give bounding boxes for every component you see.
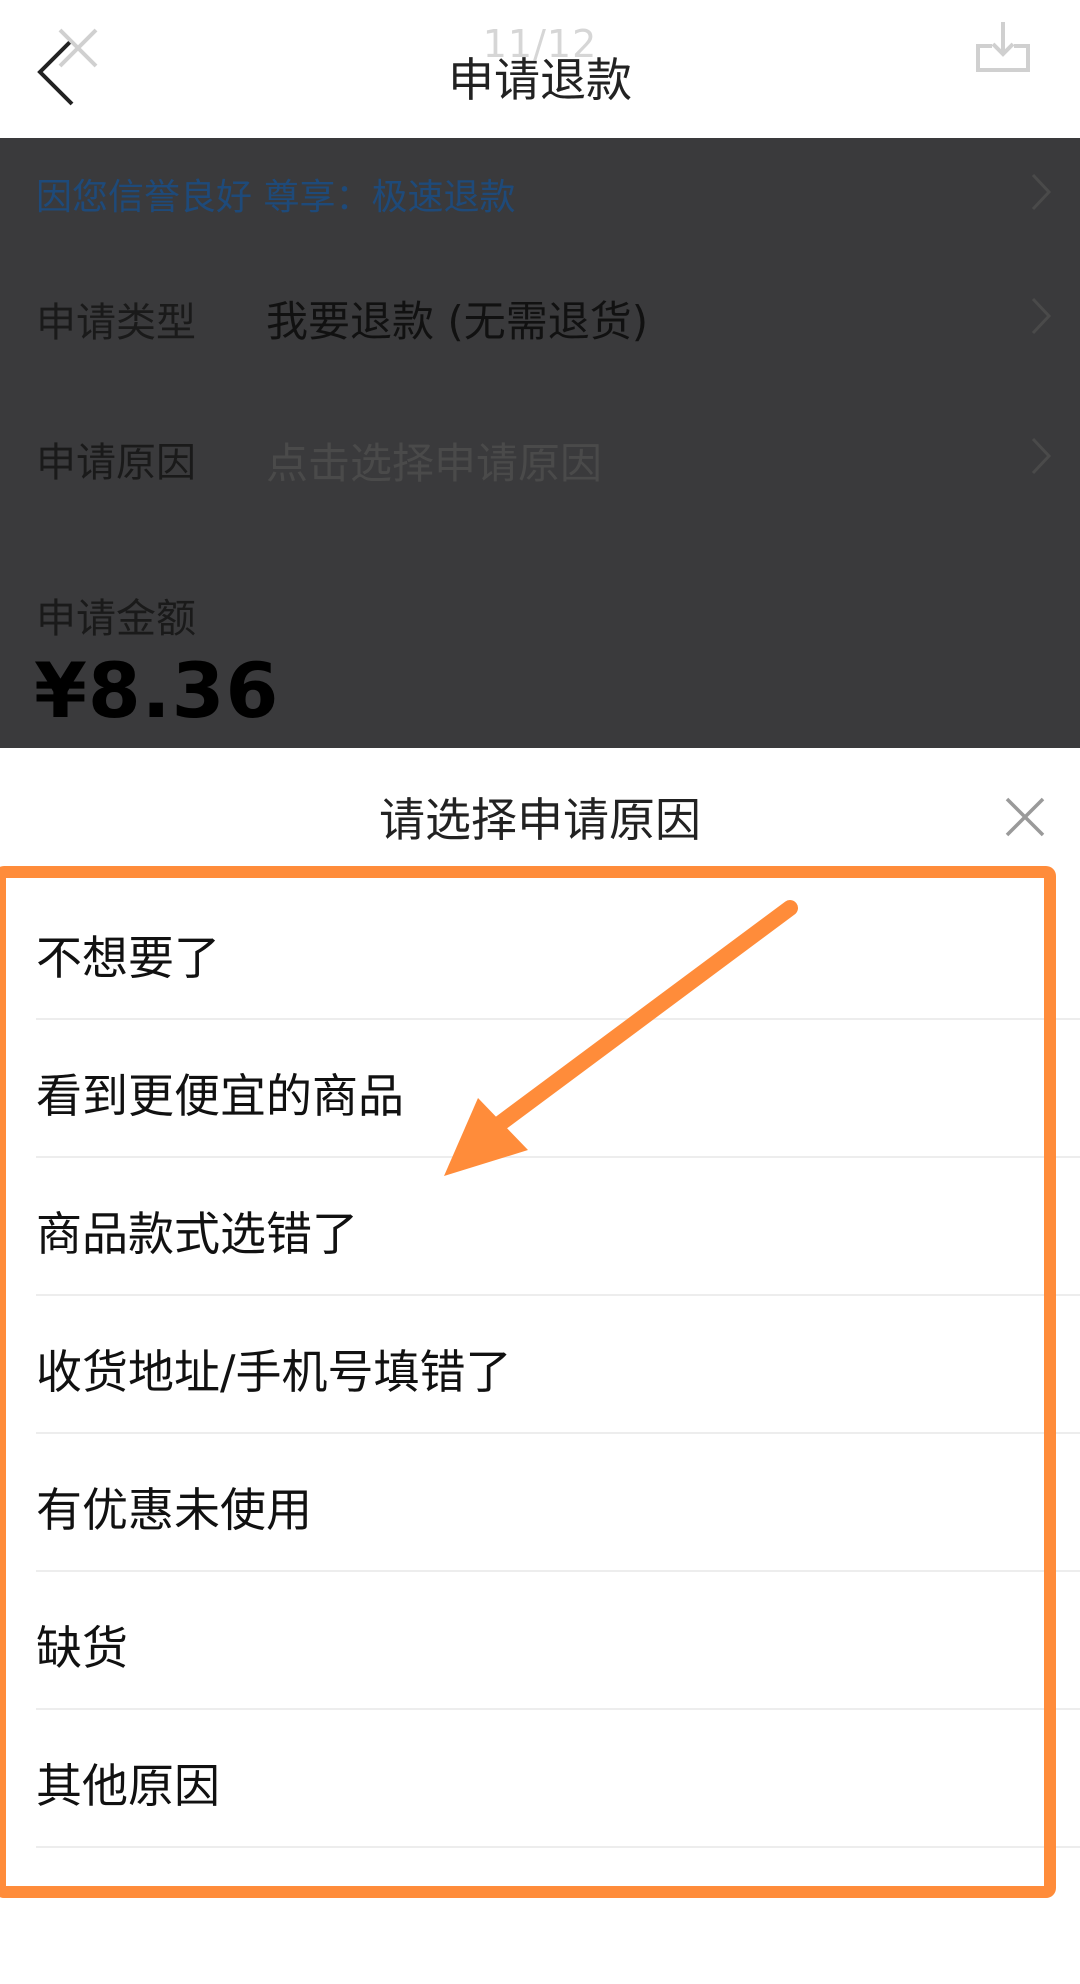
reason-option-wrong-style[interactable]: 商品款式选错了 bbox=[36, 1158, 1080, 1296]
application-reason-label: 申请原因 bbox=[36, 440, 196, 486]
reason-option-label: 其他原因 bbox=[36, 1759, 220, 1813]
chevron-right-icon bbox=[1031, 437, 1052, 475]
reason-option-wrong-address[interactable]: 收货地址/手机号填错了 bbox=[36, 1296, 1080, 1434]
reason-option-label: 有优惠未使用 bbox=[36, 1483, 312, 1537]
chevron-right-icon bbox=[1031, 297, 1052, 335]
reason-option-other[interactable]: 其他原因 bbox=[36, 1710, 1080, 1848]
reason-option-unused-coupon[interactable]: 有优惠未使用 bbox=[36, 1434, 1080, 1572]
reason-picker-sheet: 请选择申请原因 不想要了 看到更便宜的商品 商品款式选错了 收货地址/手机号填错… bbox=[0, 748, 1080, 1984]
application-type-row[interactable]: 申请类型 我要退款 (无需退货) bbox=[0, 246, 1080, 386]
application-reason-placeholder: 点击选择申请原因 bbox=[266, 439, 603, 488]
sheet-title: 请选择申请原因 bbox=[379, 793, 701, 847]
top-nav-bar: 11/12 申请退款 bbox=[0, 0, 1080, 138]
amount-value: ¥8.36 bbox=[34, 646, 280, 735]
reason-option-label: 看到更便宜的商品 bbox=[36, 1069, 404, 1123]
amount-label: 申请金额 bbox=[36, 596, 196, 642]
credit-notice-text: 因您信誉良好 尊享：极速退款 bbox=[36, 177, 516, 218]
reason-option-label: 缺货 bbox=[36, 1621, 128, 1675]
refund-form-dimmed: 因您信誉良好 尊享：极速退款 申请类型 我要退款 (无需退货) 申请原因 点击选… bbox=[0, 138, 1080, 748]
download-icon[interactable] bbox=[974, 18, 1032, 76]
close-icon[interactable] bbox=[1004, 796, 1046, 838]
chevron-right-icon bbox=[1031, 173, 1052, 211]
reason-option-out-of-stock[interactable]: 缺货 bbox=[36, 1572, 1080, 1710]
application-reason-row[interactable]: 申请原因 点击选择申请原因 bbox=[0, 386, 1080, 526]
application-type-label: 申请类型 bbox=[36, 300, 196, 346]
credit-notice-row[interactable]: 因您信誉良好 尊享：极速退款 bbox=[0, 138, 1080, 246]
reason-option-cheaper-found[interactable]: 看到更便宜的商品 bbox=[36, 1020, 1080, 1158]
reason-option-not-wanted[interactable]: 不想要了 bbox=[36, 882, 1080, 1020]
application-type-value: 我要退款 (无需退货) bbox=[266, 297, 649, 346]
reason-option-label: 不想要了 bbox=[36, 931, 220, 985]
page-title: 申请退款 bbox=[448, 53, 632, 107]
reason-option-label: 收货地址/手机号填错了 bbox=[36, 1345, 512, 1399]
reason-option-label: 商品款式选错了 bbox=[36, 1207, 358, 1261]
